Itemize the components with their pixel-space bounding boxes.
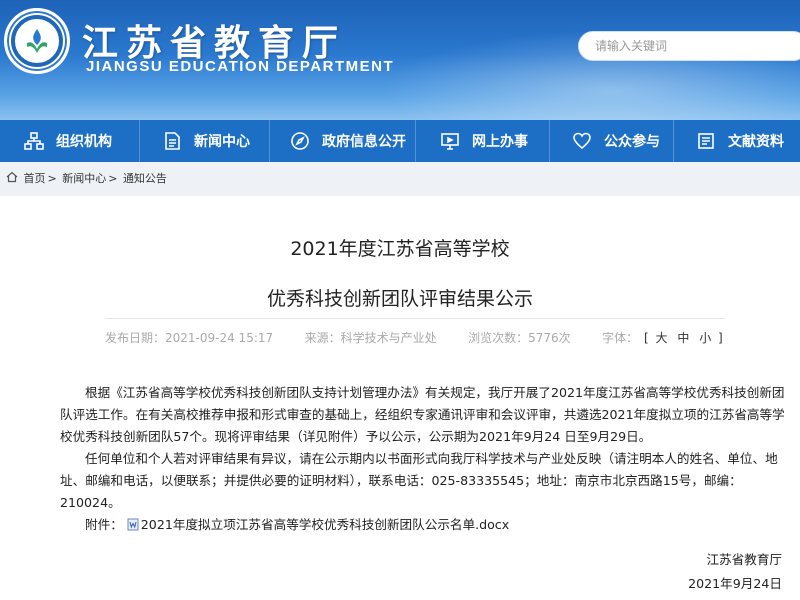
- nav-item-documents[interactable]: 文献资料: [674, 120, 800, 162]
- nav-item-gov-info[interactable]: 政府信息公开: [270, 120, 416, 162]
- nav-label: 政府信息公开: [322, 134, 406, 150]
- nav-item-org[interactable]: 组织机构: [0, 120, 140, 162]
- nav-item-news[interactable]: 新闻中心: [140, 120, 270, 162]
- meta-separator: [287, 331, 291, 345]
- main-nav: 组织机构 新闻中心 政府信息公开 网上办事 公众参与 文献资料: [0, 120, 800, 162]
- font-size-small-button[interactable]: 小: [699, 331, 711, 345]
- breadcrumb-separator: >: [47, 172, 57, 185]
- nav-label: 网上办事: [472, 134, 528, 150]
- site-header: 江苏省教育厅 JIANGSU EDUCATION DEPARTMENT 请输入关…: [0, 0, 800, 120]
- nav-label: 公众参与: [604, 134, 660, 150]
- nav-item-public[interactable]: 公众参与: [550, 120, 674, 162]
- bracket: [: [644, 331, 649, 345]
- signature-block: 江苏省教育厅 2021年9月24日: [688, 548, 782, 596]
- font-size-large-button[interactable]: 大: [656, 331, 668, 345]
- font-size-controls: [ 大 中 小 ]: [644, 331, 723, 345]
- breadcrumb-news[interactable]: 新闻中心: [62, 172, 106, 185]
- attachment-row: 附件： 2021年度拟立项江苏省高等学校优秀科技创新团队公示名单.docx: [60, 514, 790, 536]
- breadcrumb-separator: >: [108, 172, 118, 185]
- meta-separator: [585, 331, 589, 345]
- paragraph: 根据《江苏省高等学校优秀科技创新团队支持计划管理办法》有关规定，我厅开展了202…: [60, 385, 785, 444]
- site-subtitle: JIANGSU EDUCATION DEPARTMENT: [86, 58, 395, 75]
- article-source: 来源：科学技术与产业处: [304, 331, 437, 345]
- breadcrumb-notice[interactable]: 通知公告: [123, 172, 167, 185]
- bracket: ]: [718, 331, 723, 345]
- document-icon: [162, 131, 182, 151]
- logo-emblem-icon: [27, 29, 47, 53]
- paragraph: 任何单位和个人若对评审结果有异议，请在公示期内以书面形式向我厅科学技术与产业处反…: [60, 451, 778, 510]
- attachment-label: 附件：: [85, 517, 123, 532]
- font-size-medium-button[interactable]: 中: [677, 331, 689, 345]
- org-chart-icon: [24, 131, 44, 151]
- article: 2021年度江苏省高等学校 优秀科技创新团队评审结果公示 发布日期：2021-0…: [0, 196, 800, 600]
- breadcrumb: 首页 > 新闻中心 > 通知公告: [0, 162, 800, 196]
- publish-date: 发布日期：2021-09-24 15:17: [105, 331, 274, 345]
- word-doc-icon: [127, 518, 139, 531]
- nav-label: 文献资料: [728, 134, 784, 150]
- monitor-icon: [440, 131, 460, 151]
- compass-icon: [290, 131, 310, 151]
- title-divider: [105, 318, 725, 319]
- attachment-link[interactable]: 2021年度拟立项江苏省高等学校优秀科技创新团队公示名单.docx: [141, 517, 509, 532]
- meta-separator: [450, 331, 454, 345]
- nav-label: 组织机构: [56, 134, 112, 150]
- signature-date: 2021年9月24日: [688, 576, 782, 591]
- article-title-line1: 2021年度江苏省高等学校: [290, 238, 510, 260]
- article-title-line2: 优秀科技创新团队评审结果公示: [266, 288, 533, 310]
- site-logo[interactable]: [4, 8, 70, 74]
- article-meta: 发布日期：2021-09-24 15:17 来源：科学技术与产业处 浏览次数：5…: [105, 329, 723, 346]
- breadcrumb-home[interactable]: 首页: [24, 172, 46, 185]
- view-count: 浏览次数：5776次: [468, 331, 571, 345]
- font-size-label: 字体：: [602, 331, 639, 345]
- book-icon: [696, 131, 716, 151]
- home-icon: [6, 171, 18, 183]
- nav-item-online-service[interactable]: 网上办事: [416, 120, 550, 162]
- article-body: 根据《江苏省高等学校优秀科技创新团队支持计划管理办法》有关规定，我厅开展了202…: [60, 382, 790, 536]
- nav-label: 新闻中心: [194, 134, 250, 150]
- signature-org: 江苏省教育厅: [706, 552, 782, 567]
- heart-icon: [572, 131, 592, 151]
- search-input[interactable]: 请输入关键词: [578, 31, 800, 61]
